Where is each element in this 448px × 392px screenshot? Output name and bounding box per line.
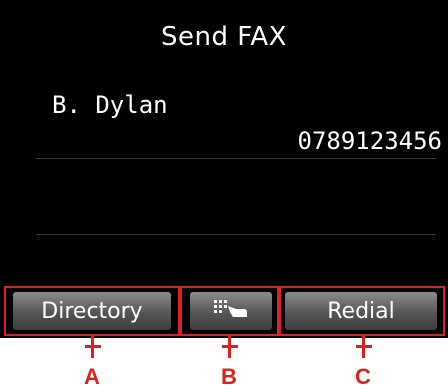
callout-label-c: C: [355, 364, 371, 389]
callout-label-a: A: [84, 364, 100, 389]
row-divider: [36, 234, 436, 235]
title-bar: Send FAX: [0, 0, 448, 81]
callout-pointer-cap-c: [356, 345, 372, 348]
callout-outline-b: [180, 286, 279, 336]
row-divider: [36, 158, 436, 159]
callout-pointer-cap-b: [222, 345, 238, 348]
screen-title: Send FAX: [161, 22, 287, 52]
callout-pointer-cap-a: [85, 345, 101, 348]
fax-screen-figure: Send FAX B. Dylan 0789123456 Directory R…: [0, 0, 448, 392]
recipient-number: 0789123456: [297, 127, 443, 155]
callout-outline-c: [279, 286, 445, 336]
callout-outline-a: [4, 286, 180, 336]
callout-label-b: B: [221, 364, 237, 389]
recipient-name: B. Dylan: [52, 91, 168, 119]
recipient-area: B. Dylan 0789123456: [0, 81, 448, 281]
